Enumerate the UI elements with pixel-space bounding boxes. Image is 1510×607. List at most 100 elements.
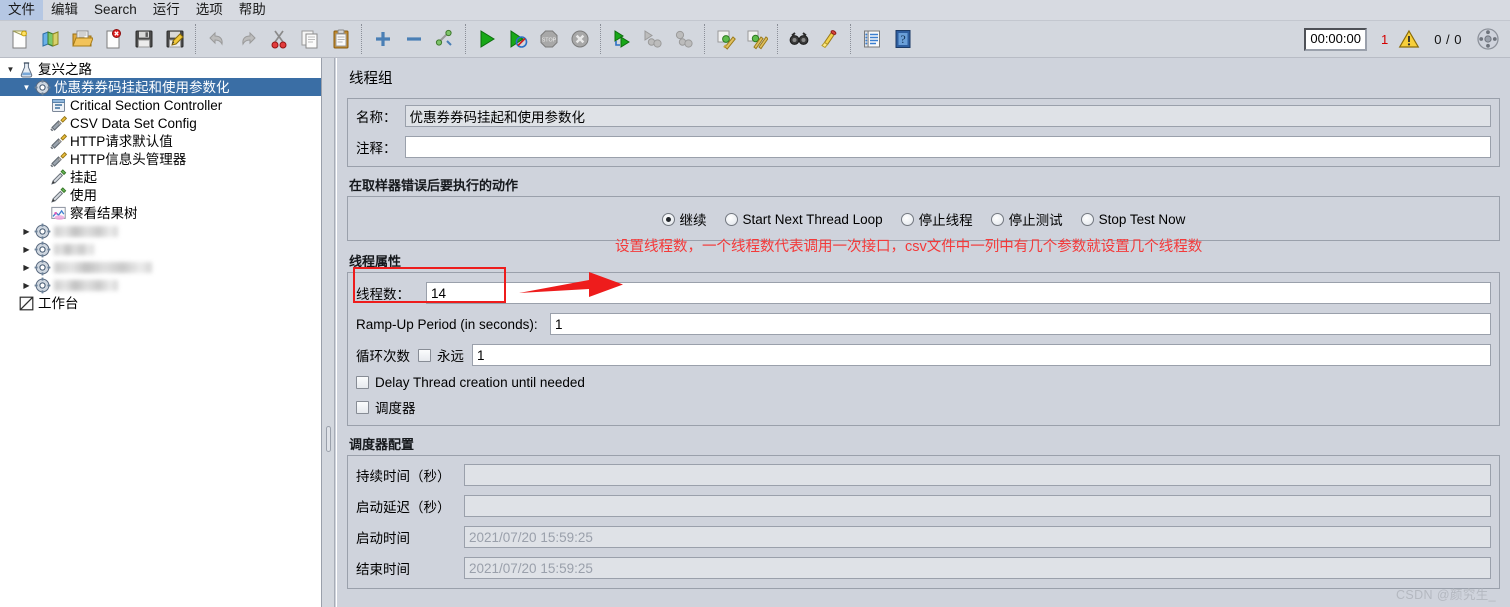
tree-node[interactable]: ▶察看结果树 [0,204,321,222]
save-icon[interactable] [129,24,158,54]
name-input[interactable] [404,105,1491,127]
cut-icon[interactable] [264,24,293,54]
reset-search-icon[interactable] [815,24,844,54]
toggle-icon[interactable] [430,24,459,54]
tree-node-label: 优惠券券码挂起和使用参数化 [54,79,230,95]
redo-icon[interactable] [233,24,262,54]
scheduler-row[interactable]: 调度器 [356,397,1491,417]
save-as-icon[interactable] [160,24,189,54]
tree-node[interactable]: ▶ [0,240,321,258]
delay-thread-checkbox[interactable] [356,376,369,389]
end-time-row: 结束时间 [356,557,1491,579]
copy-icon[interactable] [295,24,324,54]
name-comment-box: 名称： 注释： [347,98,1500,167]
tree-node[interactable]: ▶CSV Data Set Config [0,114,321,132]
scheduler-checkbox[interactable] [356,400,369,414]
rampup-input[interactable] [550,313,1491,335]
tree-node[interactable]: ▶工作台 [0,294,321,312]
tree-node-label-redacted [54,244,94,255]
shutdown-remote-icon[interactable] [669,24,698,54]
loop-count-input[interactable] [472,344,1491,366]
paste-icon[interactable] [326,24,355,54]
delay-thread-row[interactable]: Delay Thread creation until needed [356,375,1491,390]
chevron-right-icon[interactable]: ▶ [20,277,33,293]
error-count[interactable]: 1 [1381,32,1388,47]
start-icon[interactable] [472,24,501,54]
start-no-pauses-icon[interactable] [503,24,532,54]
undo-icon[interactable] [202,24,231,54]
splitter-grip[interactable] [326,426,331,452]
menu-help[interactable]: 帮助 [231,0,274,20]
error-action-option[interactable]: 停止线程 [900,209,973,229]
tree-node[interactable]: ▶ [0,258,321,276]
error-action-option[interactable]: 停止测试 [990,209,1063,229]
radio-button[interactable] [900,212,914,226]
chevron-right-icon[interactable]: ▶ [20,241,33,257]
pane-splitter[interactable] [322,58,335,607]
radio-button[interactable] [724,212,738,226]
stop-remote-icon[interactable] [638,24,667,54]
tree-node[interactable]: ▶使用 [0,186,321,204]
config-icon [49,151,67,168]
comment-input[interactable] [404,136,1491,158]
menu-run[interactable]: 运行 [145,0,188,20]
tree-node[interactable]: ▶HTTP请求默认值 [0,132,321,150]
menu-edit[interactable]: 编辑 [43,0,86,20]
radio-button[interactable] [1080,212,1094,226]
thread-group-icon [33,79,51,96]
toolbar-search-group [783,22,845,56]
forever-checkbox[interactable] [418,348,431,362]
tree-node[interactable]: ▼ 优惠券券码挂起和使用参数化 [0,78,321,96]
scheduler-config-body: 持续时间（秒） 启动延迟（秒） 启动时间 结束时间 [347,455,1500,589]
clear-icon[interactable] [711,24,740,54]
search-icon[interactable] [784,24,813,54]
warning-triangle-icon[interactable] [1398,29,1420,49]
new-icon[interactable] [5,24,34,54]
scheduler-label: 调度器 [375,401,416,416]
duration-input[interactable] [464,464,1491,486]
config-icon [49,133,67,150]
toolbar-edit-group [201,22,356,56]
shutdown-icon[interactable] [565,24,594,54]
menu-options[interactable]: 选项 [188,0,231,20]
open-icon[interactable] [67,24,96,54]
start-time-label: 启动时间 [356,531,410,546]
chevron-right-icon[interactable]: ▶ [20,223,33,239]
test-plan-tree[interactable]: ▼复兴之路▼ 优惠券券码挂起和使用参数化▶Critical Section Con… [0,58,322,607]
tree-node[interactable]: ▶ [0,276,321,294]
start-time-input[interactable] [464,526,1491,548]
tree-node[interactable]: ▶ [0,222,321,240]
chevron-down-icon[interactable]: ▼ [4,61,17,77]
stop-icon[interactable]: STOP [534,24,563,54]
tree-node[interactable]: ▶Critical Section Controller [0,96,321,114]
help-icon[interactable]: ? [888,24,917,54]
config-icon [49,115,67,132]
close-icon[interactable] [98,24,127,54]
chevron-down-icon[interactable]: ▼ [20,79,33,95]
error-action-option[interactable]: Stop Test Now [1080,212,1185,227]
end-time-input[interactable] [464,557,1491,579]
error-action-option[interactable]: 继续 [661,209,707,229]
radio-button[interactable] [661,212,675,226]
clear-all-icon[interactable] [742,24,771,54]
tree-node[interactable]: ▶挂起 [0,168,321,186]
comment-row: 注释： [356,136,1491,158]
tree-node[interactable]: ▼ 复兴之路 [0,60,321,78]
startup-delay-input[interactable] [464,495,1491,517]
end-time-label: 结束时间 [356,562,410,577]
radio-button[interactable] [990,212,1004,226]
function-helper-icon[interactable] [857,24,886,54]
chevron-right-icon[interactable]: ▶ [20,259,33,275]
reset-gear-icon[interactable] [1476,27,1500,51]
expand-icon[interactable] [368,24,397,54]
toolbar-separator [777,24,778,54]
templates-icon[interactable] [36,24,65,54]
menu-file[interactable]: 文件 [0,0,43,20]
scheduler-config-title: 调度器配置 [349,437,415,452]
error-action-option[interactable]: Start Next Thread Loop [724,212,883,227]
collapse-icon[interactable] [399,24,428,54]
menu-search[interactable]: Search [86,0,145,20]
tree-node-label: CSV Data Set Config [70,115,197,131]
start-remote-icon[interactable] [607,24,636,54]
tree-node[interactable]: ▶HTTP信息头管理器 [0,150,321,168]
